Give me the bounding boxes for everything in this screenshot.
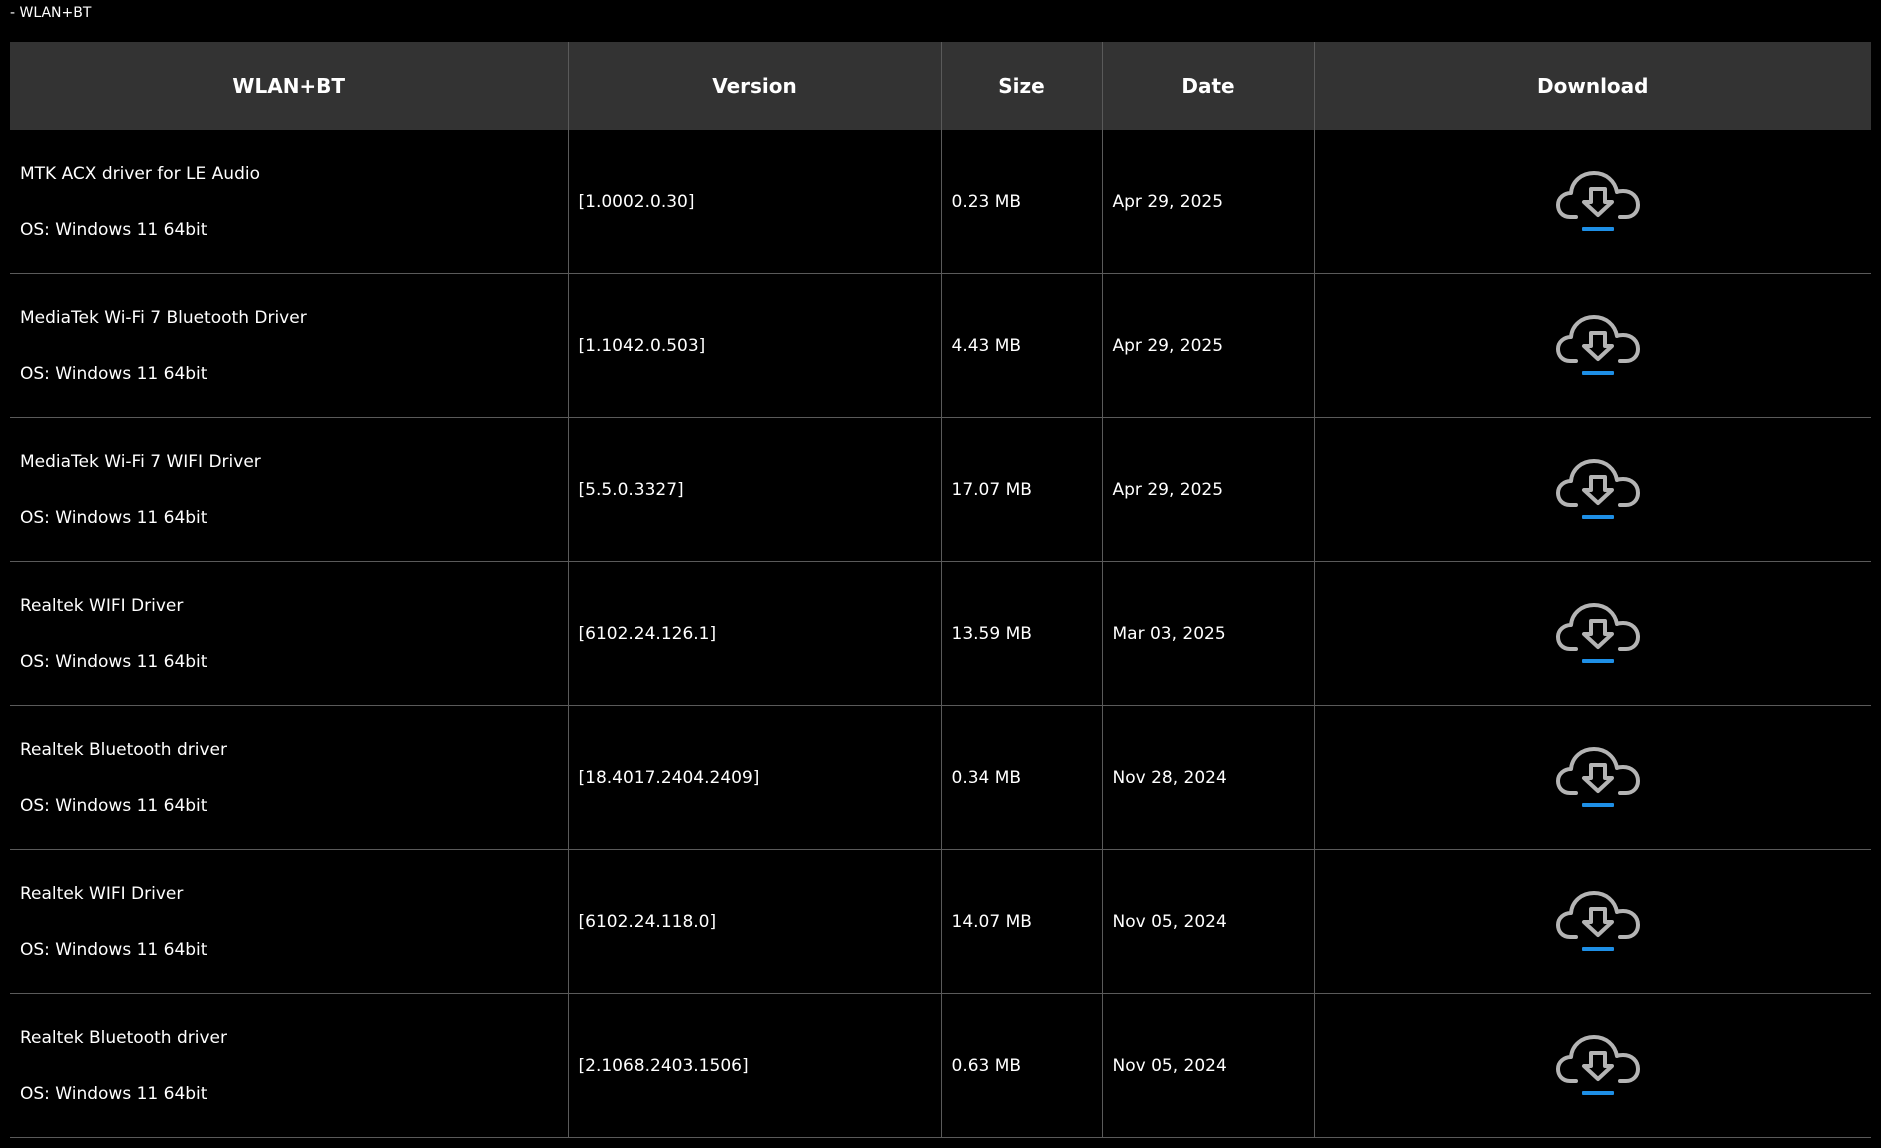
table-row: MediaTek Wi-Fi 7 Bluetooth Driver OS: Wi… — [10, 273, 1871, 418]
driver-name-cell: Realtek WIFI Driver OS: Windows 11 64bit — [10, 849, 568, 994]
column-header-version: Version — [567, 42, 941, 130]
driver-version: [1.1042.0.503] — [567, 273, 941, 418]
driver-os: OS: Windows 11 64bit — [20, 939, 208, 960]
driver-date: Nov 05, 2024 — [1101, 849, 1314, 994]
table-row: MediaTek Wi-Fi 7 WIFI Driver OS: Windows… — [10, 417, 1871, 562]
driver-size: 0.23 MB — [940, 130, 1102, 274]
cloud-download-icon — [1555, 746, 1640, 807]
download-button[interactable] — [1555, 743, 1640, 813]
driver-version: [1.0002.0.30] — [567, 130, 941, 274]
driver-download-cell — [1313, 561, 1871, 706]
table-row: MTK ACX driver for LE Audio OS: Windows … — [10, 130, 1871, 274]
driver-os: OS: Windows 11 64bit — [20, 219, 208, 240]
driver-name-cell: Realtek WIFI Driver OS: Windows 11 64bit — [10, 561, 568, 706]
column-header-name: WLAN+BT — [10, 42, 568, 130]
driver-download-cell — [1313, 273, 1871, 418]
driver-date: Apr 29, 2025 — [1101, 130, 1314, 274]
download-button[interactable] — [1555, 455, 1640, 525]
download-button[interactable] — [1555, 167, 1640, 237]
download-button[interactable] — [1555, 311, 1640, 381]
cloud-download-icon — [1555, 1034, 1640, 1095]
driver-size: 17.07 MB — [940, 417, 1102, 562]
table-row: Realtek Bluetooth driver OS: Windows 11 … — [10, 705, 1871, 850]
cloud-download-icon — [1555, 314, 1640, 375]
download-button[interactable] — [1555, 599, 1640, 669]
driver-version: [5.5.0.3327] — [567, 417, 941, 562]
driver-version: [6102.24.118.0] — [567, 849, 941, 994]
driver-name-cell: MediaTek Wi-Fi 7 Bluetooth Driver OS: Wi… — [10, 273, 568, 418]
driver-date: Apr 29, 2025 — [1101, 417, 1314, 562]
driver-table: WLAN+BT Version Size Date Download MTK A… — [10, 42, 1871, 1138]
driver-size: 0.63 MB — [940, 993, 1102, 1138]
driver-name: MediaTek Wi-Fi 7 Bluetooth Driver — [20, 307, 307, 328]
breadcrumb: - WLAN+BT — [10, 5, 92, 21]
driver-date: Nov 05, 2024 — [1101, 993, 1314, 1138]
column-header-download: Download — [1313, 42, 1871, 130]
driver-os: OS: Windows 11 64bit — [20, 363, 208, 384]
driver-name-cell: MediaTek Wi-Fi 7 WIFI Driver OS: Windows… — [10, 417, 568, 562]
driver-download-cell — [1313, 130, 1871, 274]
driver-os: OS: Windows 11 64bit — [20, 507, 208, 528]
table-row: Realtek Bluetooth driver OS: Windows 11 … — [10, 993, 1871, 1138]
table-row: Realtek WIFI Driver OS: Windows 11 64bit… — [10, 561, 1871, 706]
driver-name: Realtek Bluetooth driver — [20, 739, 227, 760]
driver-version: [18.4017.2404.2409] — [567, 705, 941, 850]
driver-name: MediaTek Wi-Fi 7 WIFI Driver — [20, 451, 261, 472]
cloud-download-icon — [1555, 602, 1640, 663]
driver-name: Realtek WIFI Driver — [20, 595, 184, 616]
driver-date: Mar 03, 2025 — [1101, 561, 1314, 706]
driver-size: 4.43 MB — [940, 273, 1102, 418]
download-button[interactable] — [1555, 887, 1640, 957]
driver-name: MTK ACX driver for LE Audio — [20, 163, 260, 184]
cloud-download-icon — [1555, 458, 1640, 519]
driver-name-cell: Realtek Bluetooth driver OS: Windows 11 … — [10, 705, 568, 850]
driver-name: Realtek WIFI Driver — [20, 883, 184, 904]
driver-name-cell: Realtek Bluetooth driver OS: Windows 11 … — [10, 993, 568, 1138]
driver-download-cell — [1313, 993, 1871, 1138]
driver-download-cell — [1313, 417, 1871, 562]
column-header-date: Date — [1101, 42, 1314, 130]
cloud-download-icon — [1555, 890, 1640, 951]
download-button[interactable] — [1555, 1031, 1640, 1101]
driver-size: 14.07 MB — [940, 849, 1102, 994]
driver-download-cell — [1313, 849, 1871, 994]
driver-name: Realtek Bluetooth driver — [20, 1027, 227, 1048]
driver-os: OS: Windows 11 64bit — [20, 795, 208, 816]
column-header-size: Size — [940, 42, 1102, 130]
driver-name-cell: MTK ACX driver for LE Audio OS: Windows … — [10, 130, 568, 274]
driver-date: Nov 28, 2024 — [1101, 705, 1314, 850]
driver-os: OS: Windows 11 64bit — [20, 651, 208, 672]
table-header-row: WLAN+BT Version Size Date Download — [10, 42, 1871, 130]
cloud-download-icon — [1555, 170, 1640, 231]
table-row: Realtek WIFI Driver OS: Windows 11 64bit… — [10, 849, 1871, 994]
driver-os: OS: Windows 11 64bit — [20, 1083, 208, 1104]
driver-version: [2.1068.2403.1506] — [567, 993, 941, 1138]
driver-size: 0.34 MB — [940, 705, 1102, 850]
driver-size: 13.59 MB — [940, 561, 1102, 706]
driver-download-cell — [1313, 705, 1871, 850]
driver-date: Apr 29, 2025 — [1101, 273, 1314, 418]
driver-version: [6102.24.126.1] — [567, 561, 941, 706]
